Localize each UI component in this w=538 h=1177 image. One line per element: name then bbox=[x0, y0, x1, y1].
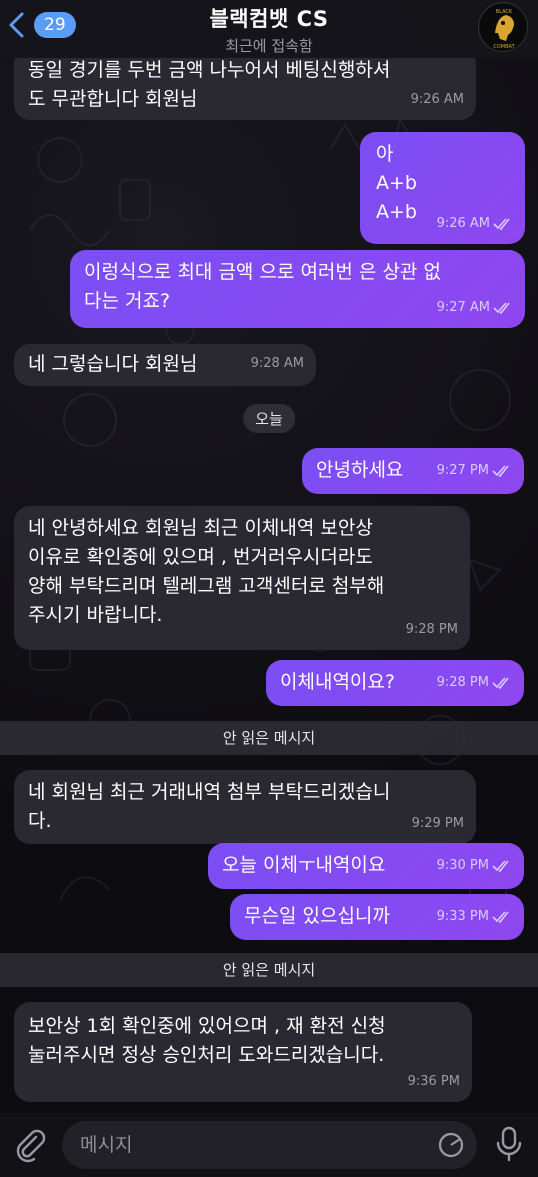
double-check-icon bbox=[492, 464, 509, 477]
message-bubble-incoming[interactable]: 동일 경기를 두번 금액 나누어서 베팅신행하셔 도 무관합니다 회원님 9:2… bbox=[14, 48, 476, 120]
message-meta: 9:29 PM bbox=[412, 809, 464, 838]
message-text: 눌러주시면 정상 승인처리 도와드리겠습니다. bbox=[28, 1044, 385, 1066]
chat-header: 29 블랙컴뱃 CS 최근에 접속함 BLACK COMBAT bbox=[0, 0, 538, 58]
message-text: 양해 부탁드리며 텔레그램 고객센터로 첨부해 bbox=[28, 575, 385, 597]
message-meta: 9:26 AM bbox=[411, 85, 464, 114]
double-check-icon bbox=[492, 910, 509, 923]
message-time: 9:27 PM bbox=[436, 463, 489, 478]
double-check-icon bbox=[493, 217, 510, 230]
message-time: 9:26 AM bbox=[436, 216, 490, 231]
double-check-icon bbox=[492, 676, 509, 689]
message-time: 9:27 AM bbox=[436, 300, 490, 315]
message-text: 이렁식으로 최대 금액 으로 여러번 은 상관 없 bbox=[84, 261, 441, 283]
message-text: 다. bbox=[28, 810, 52, 832]
unread-messages-separator: 안 읽은 메시지 bbox=[0, 953, 538, 987]
message-bubble-incoming[interactable]: 네 그렇습니다 회원님 9:28 AM bbox=[14, 344, 316, 386]
message-text: 주시기 바랍니다. bbox=[28, 604, 163, 626]
message-meta: 9:27 AM bbox=[437, 293, 513, 322]
double-check-icon bbox=[493, 301, 510, 314]
unread-messages-separator: 안 읽은 메시지 bbox=[0, 721, 538, 755]
message-input[interactable] bbox=[80, 1121, 440, 1169]
svg-text:BLACK: BLACK bbox=[496, 9, 513, 15]
message-meta: 9:26 AM bbox=[437, 209, 513, 238]
message-meta: 9:27 PM bbox=[437, 456, 512, 485]
message-text: 네 회원님 최근 거래내역 첨부 부탁드리겠습니 bbox=[28, 781, 391, 803]
message-bubble-outgoing[interactable]: 이체내역이요? 9:28 PM bbox=[266, 660, 524, 706]
avatar[interactable]: BLACK COMBAT bbox=[478, 2, 528, 52]
message-text: 보안상 1회 확인중에 있어으며 , 재 환전 신청 bbox=[28, 1015, 386, 1037]
message-time: 9:28 PM bbox=[436, 675, 489, 690]
message-bubble-outgoing[interactable]: 무슨일 있으십니까 9:33 PM bbox=[230, 894, 524, 940]
message-text: 이유로 확인중에 있으며 , 번거러우시더라도 bbox=[28, 546, 373, 568]
paperclip-icon[interactable] bbox=[12, 1127, 48, 1163]
message-time: 9:29 PM bbox=[411, 816, 464, 831]
message-time: 9:28 PM bbox=[405, 622, 458, 637]
message-meta: 9:33 PM bbox=[437, 902, 512, 931]
message-meta: 9:28 AM bbox=[251, 349, 304, 378]
message-text: 네 안녕하세요 회원님 최근 이체내역 보안상 bbox=[28, 517, 373, 539]
sticker-icon[interactable] bbox=[437, 1131, 465, 1159]
message-meta: 9:30 PM bbox=[437, 851, 512, 880]
double-check-icon bbox=[492, 859, 509, 872]
message-bubble-incoming[interactable]: 네 회원님 최근 거래내역 첨부 부탁드리겠습니 다. 9:29 PM bbox=[14, 770, 476, 844]
message-bubble-outgoing[interactable]: 이렁식으로 최대 금액 으로 여러번 은 상관 없 다는 거죠? 9:27 AM bbox=[70, 250, 525, 328]
message-bubble-incoming[interactable]: 네 안녕하세요 회원님 최근 이체내역 보안상 이유로 확인중에 있으며 , 번… bbox=[14, 506, 470, 650]
message-meta: 9:28 PM bbox=[437, 668, 512, 697]
message-time: 9:33 PM bbox=[436, 909, 489, 924]
message-bubble-outgoing[interactable]: 오늘 이체ㅜ내역이요 9:30 PM bbox=[208, 843, 524, 889]
message-time: 9:30 PM bbox=[436, 858, 489, 873]
last-seen-status: 최근에 접속함 bbox=[225, 37, 313, 55]
chat-title: 블랙컴뱃 CS bbox=[209, 7, 329, 31]
chat-title-area[interactable]: 블랙컴뱃 CS 최근에 접속함 bbox=[0, 3, 538, 56]
message-bubble-outgoing[interactable]: 안녕하세요 9:27 PM bbox=[302, 448, 524, 494]
message-text: A+b bbox=[376, 172, 417, 194]
microphone-icon[interactable] bbox=[492, 1125, 526, 1163]
date-separator: 오늘 bbox=[243, 404, 295, 433]
svg-text:COMBAT: COMBAT bbox=[493, 44, 515, 50]
black-combat-logo: BLACK COMBAT bbox=[480, 4, 527, 51]
message-text: 아 bbox=[376, 143, 394, 165]
message-bubble-incoming[interactable]: 보안상 1회 확인중에 있어으며 , 재 환전 신청 눌러주시면 정상 승인처리… bbox=[14, 1002, 472, 1102]
message-input-wrapper bbox=[62, 1121, 477, 1169]
message-bubble-outgoing[interactable]: 아 A+b A+b 9:26 AM bbox=[360, 132, 525, 244]
message-text: 도 무관합니다 회원님 bbox=[28, 88, 198, 110]
message-meta: 9:28 PM bbox=[406, 615, 458, 644]
message-time: 9:36 PM bbox=[407, 1074, 460, 1089]
message-time: 9:28 AM bbox=[250, 356, 304, 371]
message-meta: 9:36 PM bbox=[408, 1067, 460, 1096]
message-time: 9:26 AM bbox=[410, 92, 464, 107]
message-composer bbox=[0, 1113, 538, 1177]
message-text: 동일 경기를 두번 금액 나누어서 베팅신행하셔 bbox=[28, 59, 391, 81]
